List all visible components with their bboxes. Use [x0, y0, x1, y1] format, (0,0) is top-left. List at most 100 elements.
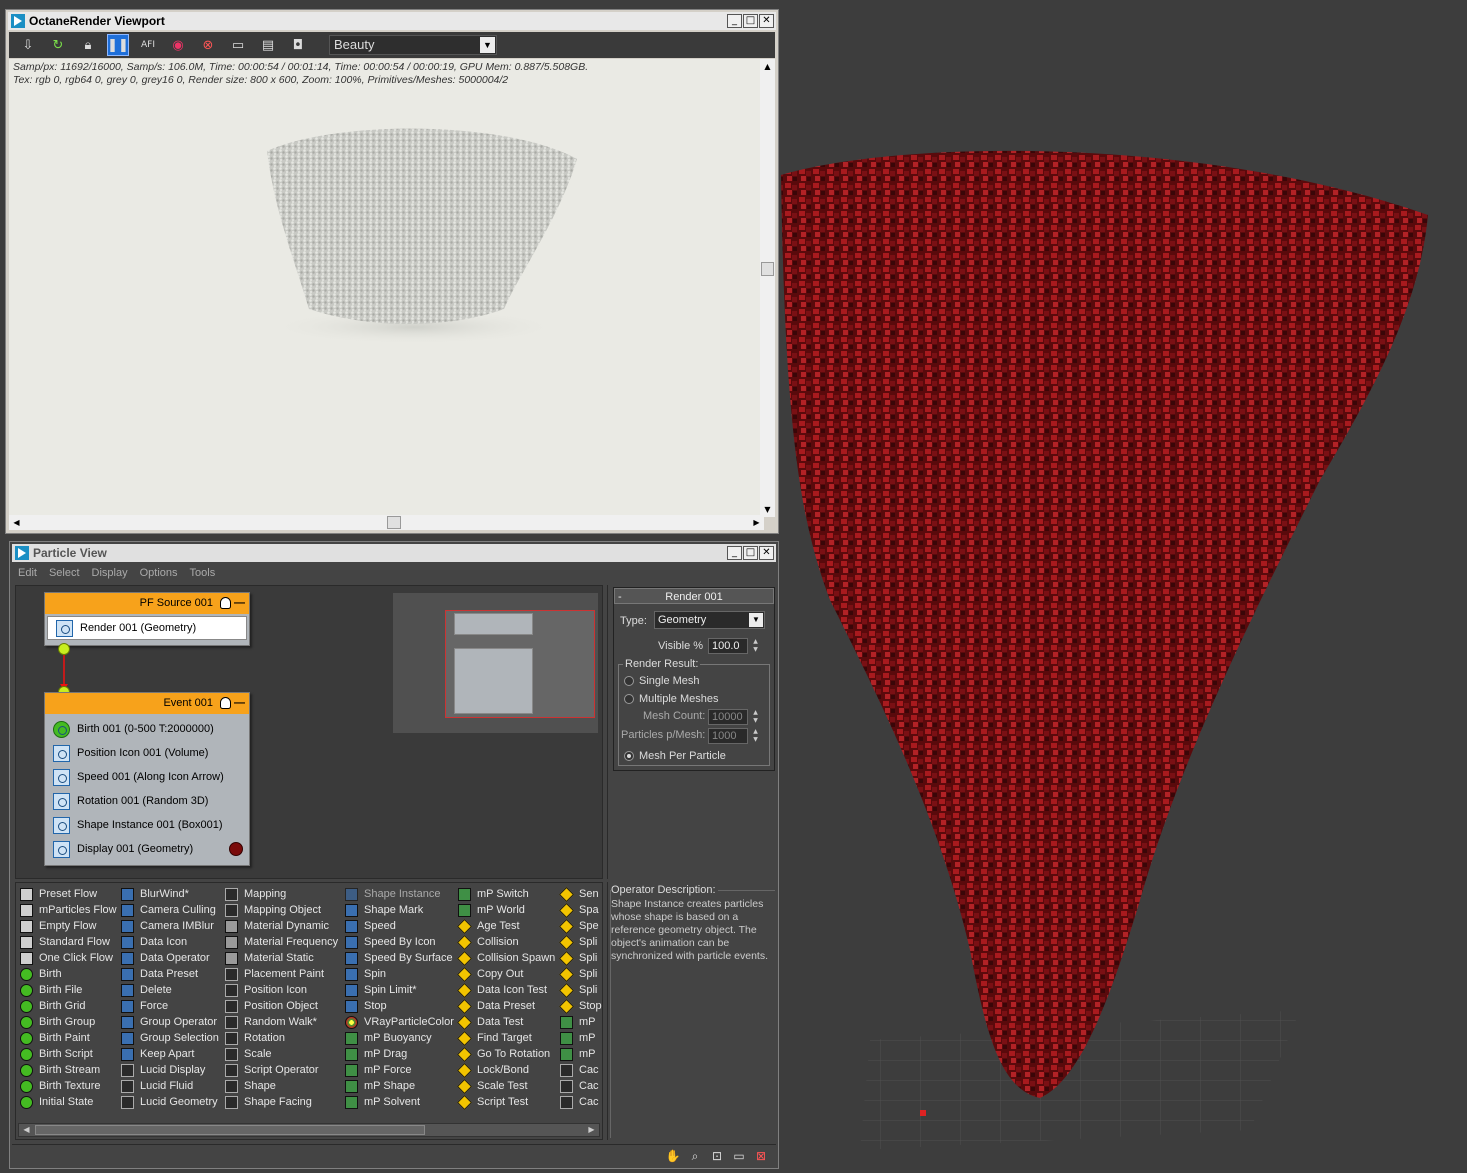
light-bulb-icon[interactable]: [220, 597, 231, 609]
depot-item[interactable]: mP Buoyancy: [345, 1030, 454, 1046]
spinner-icon[interactable]: ▲ ▼: [751, 638, 760, 654]
menu-select[interactable]: Select: [49, 567, 80, 579]
scroll-right-arrow[interactable]: ▶: [749, 515, 764, 530]
depot-item[interactable]: Placement Paint: [225, 966, 338, 982]
collapse-icon[interactable]: —: [234, 593, 245, 614]
no-zoom-icon[interactable]: ⊠: [752, 1148, 770, 1164]
depot-item[interactable]: mP Switch: [458, 886, 555, 902]
depot-item[interactable]: Data Test: [457, 1014, 555, 1030]
depot-item[interactable]: Spa: [559, 902, 602, 918]
lock-icon[interactable]: 🔒︎: [73, 34, 103, 56]
depot-item[interactable]: Position Object: [225, 998, 338, 1014]
single-mesh-radio[interactable]: [624, 676, 634, 686]
depot-item[interactable]: Mapping: [225, 886, 338, 902]
depot-item[interactable]: mParticles Flow: [20, 902, 117, 918]
maximize-button[interactable]: □: [743, 14, 758, 28]
depot-item[interactable]: Group Operator: [121, 1014, 219, 1030]
depot-item[interactable]: Birth Script: [20, 1046, 117, 1062]
depot-item[interactable]: Age Test: [457, 918, 555, 934]
event-node[interactable]: Event 001 — Birth 001 (0-500 T:2000000) …: [44, 692, 250, 866]
visible-percent-field[interactable]: 100.0: [708, 638, 748, 654]
maximize-button[interactable]: □: [743, 546, 758, 560]
depot-item[interactable]: VRayParticleColor: [345, 1014, 454, 1030]
depot-item[interactable]: Cac: [560, 1062, 602, 1078]
depot-item[interactable]: Speed By Surface: [345, 950, 454, 966]
film-settings-icon[interactable]: ▤: [253, 34, 283, 56]
depot-item[interactable]: Shape Facing: [225, 1094, 338, 1110]
depot-item[interactable]: Data Icon: [121, 934, 219, 950]
depot-item[interactable]: Birth Stream: [20, 1062, 117, 1078]
pause-icon[interactable]: ❚❚: [107, 34, 129, 56]
display-color-swatch[interactable]: [229, 842, 243, 856]
minimize-button[interactable]: _: [727, 546, 742, 560]
spinner-icon[interactable]: ▲ ▼: [751, 728, 760, 744]
depot-item[interactable]: Birth File: [20, 982, 117, 998]
scroll-thumb[interactable]: [387, 516, 401, 529]
render-pass-dropdown[interactable]: Beauty ▼: [329, 35, 497, 55]
depot-item[interactable]: Script Operator: [225, 1062, 338, 1078]
color-picker-icon[interactable]: ◉: [163, 34, 193, 56]
depot-item[interactable]: Cac: [560, 1078, 602, 1094]
depot-item[interactable]: Lucid Fluid: [121, 1078, 219, 1094]
particles-per-mesh-field[interactable]: 1000: [708, 728, 748, 744]
depot-item[interactable]: mP Solvent: [345, 1094, 454, 1110]
render-rollout-header[interactable]: - Render 001: [614, 588, 774, 604]
depot-item[interactable]: Camera Culling: [121, 902, 219, 918]
depot-item[interactable]: Shape Instance: [345, 886, 454, 902]
depot-item[interactable]: Random Walk*: [225, 1014, 338, 1030]
octane-horizontal-scrollbar[interactable]: ◀ ▶: [9, 515, 764, 530]
navigator-frame[interactable]: [445, 610, 595, 718]
depot-item[interactable]: Find Target: [457, 1030, 555, 1046]
depot-item[interactable]: mP World: [458, 902, 555, 918]
depot-item[interactable]: Scale: [225, 1046, 338, 1062]
depot-item[interactable]: Lucid Display: [121, 1062, 219, 1078]
depot-item[interactable]: Birth Paint: [20, 1030, 117, 1046]
operator-rotation[interactable]: Rotation 001 (Random 3D): [45, 789, 249, 813]
depot-item[interactable]: Birth Group: [20, 1014, 117, 1030]
minimize-button[interactable]: _: [727, 14, 742, 28]
chevron-down-icon[interactable]: ▼: [480, 37, 495, 53]
depot-item[interactable]: Collision Spawn: [457, 950, 555, 966]
region-render-icon[interactable]: ▭: [223, 34, 253, 56]
send-scene-icon[interactable]: ⇩: [13, 34, 43, 56]
scroll-right-arrow[interactable]: ▶: [584, 1123, 599, 1137]
depot-item[interactable]: Data Preset: [121, 966, 219, 982]
depot-item[interactable]: Lock/Bond: [457, 1062, 555, 1078]
refresh-icon[interactable]: ↻: [43, 34, 73, 56]
depot-item[interactable]: Keep Apart: [121, 1046, 219, 1062]
depot-item[interactable]: Spe: [559, 918, 602, 934]
depot-item[interactable]: Birth Texture: [20, 1078, 117, 1094]
spinner-icon[interactable]: ▲ ▼: [751, 709, 760, 725]
zoom-extents-icon[interactable]: ▭: [730, 1148, 748, 1164]
depot-item[interactable]: Birth: [20, 966, 117, 982]
depot-item[interactable]: Camera IMBlur: [121, 918, 219, 934]
close-button[interactable]: ✕: [759, 14, 774, 28]
scroll-left-arrow[interactable]: ◀: [19, 1123, 34, 1137]
depot-item[interactable]: mP: [560, 1046, 602, 1062]
depot-item[interactable]: Material Dynamic: [225, 918, 338, 934]
depot-item[interactable]: Script Test: [457, 1094, 555, 1110]
depot-item[interactable]: One Click Flow: [20, 950, 117, 966]
scroll-up-arrow[interactable]: ▲: [760, 59, 775, 74]
depot-item[interactable]: Spin Limit*: [345, 982, 454, 998]
close-button[interactable]: ✕: [759, 546, 774, 560]
zoom-icon[interactable]: ⌕: [686, 1148, 704, 1164]
depot-item[interactable]: BlurWind*: [121, 886, 219, 902]
save-image-icon[interactable]: ◘: [283, 34, 313, 56]
depot-item[interactable]: Speed: [345, 918, 454, 934]
depot-item[interactable]: Mapping Object: [225, 902, 338, 918]
depot-item[interactable]: Stop: [559, 998, 602, 1014]
operator-render[interactable]: Render 001 (Geometry): [47, 616, 247, 640]
rollout-toggle[interactable]: -: [618, 589, 622, 605]
depot-item[interactable]: Shape Mark: [345, 902, 454, 918]
pan-hand-icon[interactable]: ✋: [664, 1148, 682, 1164]
depot-item[interactable]: Birth Grid: [20, 998, 117, 1014]
depot-item[interactable]: Scale Test: [457, 1078, 555, 1094]
operator-birth[interactable]: Birth 001 (0-500 T:2000000): [45, 717, 249, 741]
depot-item[interactable]: Initial State: [20, 1094, 117, 1110]
depot-item[interactable]: mP Shape: [345, 1078, 454, 1094]
menu-edit[interactable]: Edit: [18, 567, 37, 579]
depot-item[interactable]: Position Icon: [225, 982, 338, 998]
depot-item[interactable]: Spin: [345, 966, 454, 982]
collapse-icon[interactable]: —: [234, 693, 245, 714]
